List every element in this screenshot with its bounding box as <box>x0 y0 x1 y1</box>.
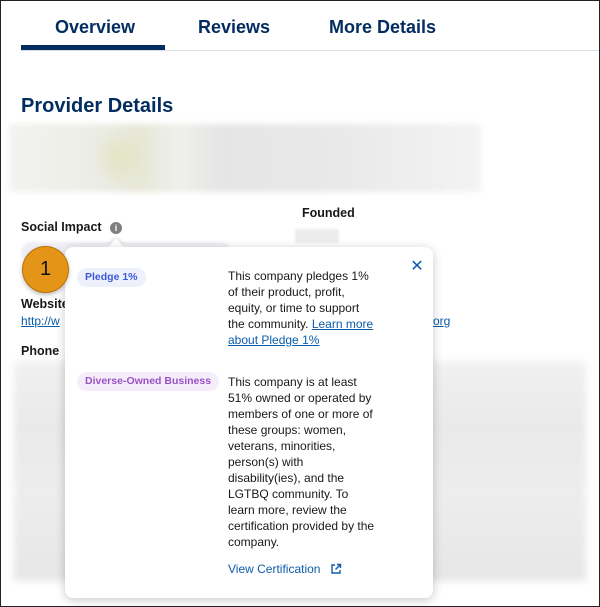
step-marker: 1 <box>22 246 69 293</box>
pledge-description: This company pledges 1% of their product… <box>228 268 378 348</box>
active-tab-indicator <box>21 45 165 50</box>
website-link-tail[interactable]: org <box>433 314 450 328</box>
close-icon[interactable]: ✕ <box>410 259 424 275</box>
page-title: Provider Details <box>21 95 174 117</box>
tab-overview[interactable]: Overview <box>55 17 135 38</box>
blurred-logo <box>101 138 141 178</box>
founded-label: Founded <box>302 206 355 220</box>
diverse-owned-badge: Diverse-Owned Business <box>77 372 220 391</box>
diverse-owned-description: This company is at least 51% owned or op… <box>228 375 375 549</box>
website-link[interactable]: http://w <box>21 314 60 328</box>
info-icon[interactable]: i <box>110 222 122 234</box>
tab-bar: Overview Reviews More Details <box>21 1 599 51</box>
provider-page: Overview Reviews More Details Provider D… <box>0 0 600 607</box>
pledge-badge: Pledge 1% <box>77 268 146 287</box>
founded-value-blurred <box>295 229 339 243</box>
tab-more-details[interactable]: More Details <box>329 17 436 38</box>
social-impact-label: Social Impact <box>21 220 102 234</box>
blurred-provider-banner <box>9 124 481 192</box>
phone-label: Phone <box>21 344 60 358</box>
tab-reviews[interactable]: Reviews <box>198 17 270 38</box>
social-impact-popover: ✕ Pledge 1% This company pledges 1% of t… <box>65 247 433 598</box>
view-certification-label: View Certification <box>228 562 321 576</box>
website-label: Website <box>21 297 69 311</box>
view-certification-link[interactable]: View Certification <box>228 562 342 576</box>
external-link-icon <box>331 563 342 574</box>
